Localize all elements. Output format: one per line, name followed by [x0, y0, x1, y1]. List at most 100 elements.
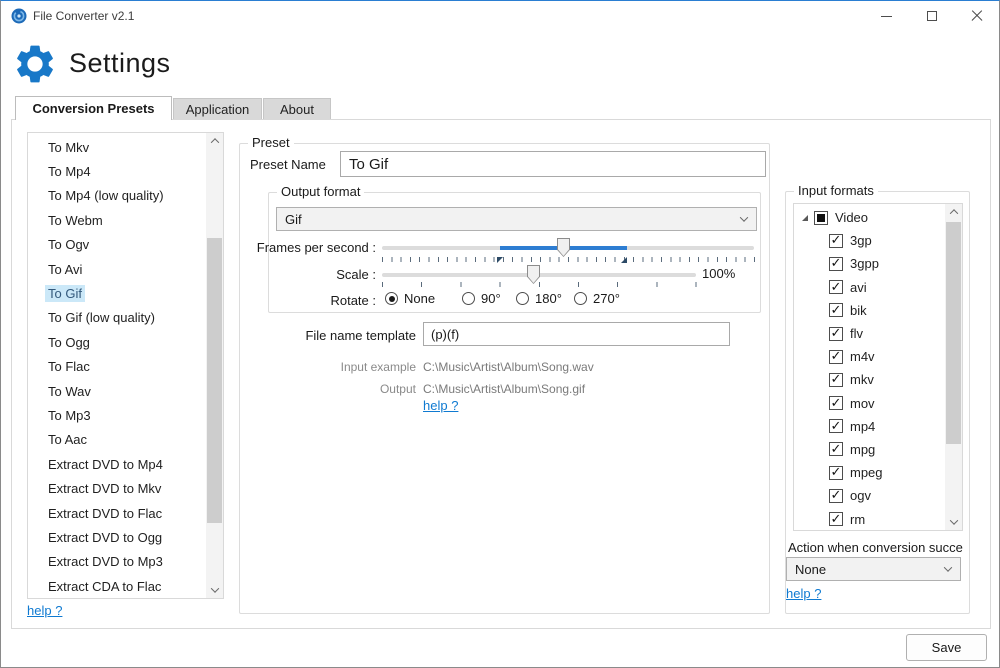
tab-application[interactable]: Application: [173, 98, 262, 119]
scroll-up-icon[interactable]: [206, 133, 223, 149]
format-item[interactable]: bik: [794, 299, 945, 322]
list-item-label: To Mkv: [45, 139, 92, 156]
checkbox-checked-icon[interactable]: [829, 419, 843, 433]
checkbox-checked-icon[interactable]: [829, 257, 843, 271]
preset-group-label: Preset: [248, 135, 294, 150]
scale-slider-ticks: [382, 282, 697, 287]
output-example-value: C:\Music\Artist\Album\Song.gif: [423, 382, 585, 396]
format-label: avi: [850, 280, 867, 295]
list-item[interactable]: To Ogv: [28, 233, 206, 257]
list-item[interactable]: To Webm: [28, 208, 206, 232]
checkbox-checked-icon[interactable]: [829, 442, 843, 456]
list-item[interactable]: Extract DVD to Mkv: [28, 476, 206, 500]
template-help-link[interactable]: help ?: [423, 398, 458, 413]
format-item[interactable]: mov: [794, 392, 945, 415]
rotate-option-180[interactable]: 180°: [516, 291, 562, 306]
format-item[interactable]: mkv: [794, 368, 945, 391]
scroll-down-icon[interactable]: [945, 514, 962, 530]
list-item-label: To Webm: [45, 212, 106, 229]
list-item[interactable]: To Ogg: [28, 330, 206, 354]
fps-selection-end-marker: [621, 257, 627, 263]
tree-node-video[interactable]: Video: [794, 206, 945, 229]
scale-label: Scale :: [269, 267, 376, 282]
rotate-option-none[interactable]: None: [385, 291, 435, 306]
list-item[interactable]: To Mp4 (low quality): [28, 184, 206, 208]
list-item[interactable]: To Avi: [28, 257, 206, 281]
list-item-label: Extract CDA to Flac: [45, 578, 164, 595]
list-item[interactable]: Extract CDA to Flac: [28, 574, 206, 598]
list-item[interactable]: Extract DVD to Mp4: [28, 452, 206, 476]
checkbox-checked-icon[interactable]: [829, 303, 843, 317]
preset-list-scrollbar[interactable]: [206, 133, 223, 598]
scrollbar-thumb[interactable]: [946, 222, 961, 444]
close-button[interactable]: [954, 1, 999, 31]
minimize-button[interactable]: [864, 1, 909, 31]
fps-slider-thumb[interactable]: [557, 238, 570, 257]
file-template-input[interactable]: [423, 322, 730, 346]
scroll-up-icon[interactable]: [945, 204, 962, 220]
maximize-icon: [927, 11, 937, 21]
list-item-label: To Wav: [45, 383, 94, 400]
preset-name-input[interactable]: [340, 151, 766, 177]
checkbox-indeterminate-icon[interactable]: [814, 211, 828, 225]
rotate-option-label: 270°: [593, 291, 620, 306]
input-formats-tree: Video 3gp 3gpp avi bik flv m4v mkv mov m…: [793, 203, 963, 531]
list-item-label: To Aac: [45, 431, 90, 448]
format-item[interactable]: flv: [794, 322, 945, 345]
checkbox-checked-icon[interactable]: [829, 350, 843, 364]
preset-listbox: To Mkv To Mp4 To Mp4 (low quality) To We…: [27, 132, 224, 599]
scroll-down-icon[interactable]: [206, 582, 223, 598]
list-item[interactable]: To Flac: [28, 355, 206, 379]
rotate-option-90[interactable]: 90°: [462, 291, 501, 306]
file-converter-window: File Converter v2.1 Settings Conversion …: [0, 0, 1000, 668]
rotate-option-label: 180°: [535, 291, 562, 306]
radio-selected-icon: [385, 292, 398, 305]
checkbox-checked-icon[interactable]: [829, 234, 843, 248]
list-item[interactable]: Extract DVD to Flac: [28, 501, 206, 525]
list-item-label: Extract DVD to Flac: [45, 505, 165, 522]
checkbox-checked-icon[interactable]: [829, 373, 843, 387]
tab-conversion-presets[interactable]: Conversion Presets: [15, 96, 172, 120]
checkbox-checked-icon[interactable]: [829, 489, 843, 503]
format-item[interactable]: 3gpp: [794, 252, 945, 275]
list-item[interactable]: Extract DVD to Mp3: [28, 550, 206, 574]
chevron-down-icon: [740, 213, 748, 221]
format-item[interactable]: mp4: [794, 415, 945, 438]
formats-help-link[interactable]: help ?: [786, 586, 821, 601]
format-item[interactable]: mpg: [794, 438, 945, 461]
checkbox-checked-icon[interactable]: [829, 512, 843, 526]
output-format-select[interactable]: Gif: [276, 207, 757, 231]
format-item[interactable]: avi: [794, 276, 945, 299]
conversion-action-select[interactable]: None: [786, 557, 961, 581]
list-item[interactable]: To Mp4: [28, 159, 206, 183]
list-item[interactable]: Extract DVD to Ogg: [28, 525, 206, 549]
format-label: mov: [850, 396, 875, 411]
list-item[interactable]: To Aac: [28, 428, 206, 452]
list-item-label: To Mp4 (low quality): [45, 187, 167, 204]
presets-help-link[interactable]: help ?: [27, 603, 62, 618]
window-title: File Converter v2.1: [33, 9, 134, 23]
scrollbar-thumb[interactable]: [207, 238, 222, 523]
format-item[interactable]: 3gp: [794, 229, 945, 252]
radio-icon: [516, 292, 529, 305]
format-label: bik: [850, 303, 867, 318]
format-item[interactable]: rm: [794, 507, 945, 530]
formats-tree-scrollbar[interactable]: [945, 204, 962, 530]
maximize-button[interactable]: [909, 1, 954, 31]
format-item[interactable]: m4v: [794, 345, 945, 368]
list-item[interactable]: To Mkv: [28, 135, 206, 159]
list-item[interactable]: To Mp3: [28, 403, 206, 427]
checkbox-checked-icon[interactable]: [829, 327, 843, 341]
list-item[interactable]: To Gif (low quality): [28, 306, 206, 330]
format-item[interactable]: ogv: [794, 484, 945, 507]
tab-about[interactable]: About: [263, 98, 331, 119]
checkbox-checked-icon[interactable]: [829, 280, 843, 294]
list-item[interactable]: To Wav: [28, 379, 206, 403]
format-item[interactable]: mpeg: [794, 461, 945, 484]
checkbox-checked-icon[interactable]: [829, 396, 843, 410]
save-button[interactable]: Save: [906, 634, 987, 661]
checkbox-checked-icon[interactable]: [829, 466, 843, 480]
rotate-option-270[interactable]: 270°: [574, 291, 620, 306]
expander-icon[interactable]: [802, 215, 808, 221]
list-item-selected[interactable]: To Gif: [28, 281, 206, 305]
